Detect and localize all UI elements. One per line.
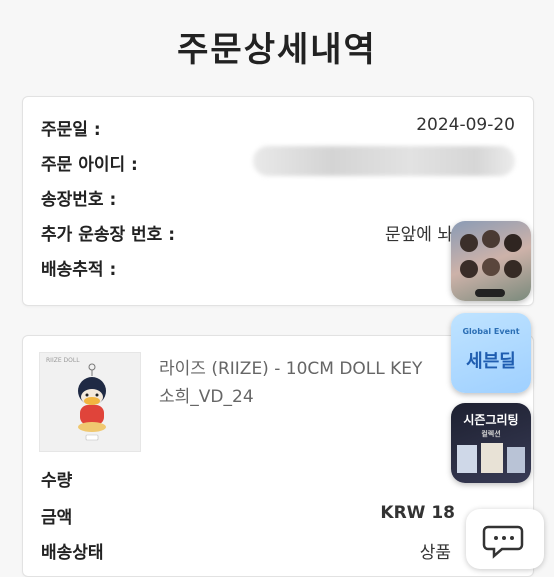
season-greeting-title: 시즌그리팅 xyxy=(463,413,519,427)
order-id-label: 주문 아이디 : xyxy=(41,155,138,175)
page-title: 주문상세내역 xyxy=(177,30,377,70)
invoice-label: 송장번호 : xyxy=(41,190,117,210)
amount-row: 금액 KRW 18 xyxy=(41,503,515,533)
amount-value: KRW 18 xyxy=(380,503,455,523)
invoice-row: 송장번호 : xyxy=(41,185,515,215)
order-date-value: 2024-09-20 xyxy=(416,115,515,135)
status-value: 상품 xyxy=(419,543,451,563)
seven-deal-subtitle: Global Event xyxy=(462,327,520,336)
chat-button[interactable] xyxy=(466,509,544,569)
quantity-row: 수량 xyxy=(41,466,515,496)
thumbnail-caption: RIIZE DOLL xyxy=(46,357,80,364)
amount-label: 금액 xyxy=(41,508,73,528)
chat-bubble-icon xyxy=(482,525,524,559)
extra-invoice-row: 추가 운송장 번호 : 문앞에 놔 xyxy=(41,220,515,250)
status-label: 배송상태 xyxy=(41,543,104,563)
status-row: 배송상태 상품 xyxy=(41,538,515,568)
product-thumbnail[interactable]: RIIZE DOLL xyxy=(39,352,141,452)
seven-deal-title: 세븐딜 xyxy=(466,351,516,372)
order-id-redacted xyxy=(253,146,515,176)
seven-deal-promo-banner[interactable]: Global Event 세븐딜 xyxy=(451,313,531,393)
tracking-row: 배송추적 : xyxy=(41,255,515,285)
order-date-row: 주문일 : 2024-09-20 xyxy=(41,115,515,145)
product-option: 소희_VD_24 xyxy=(159,387,254,407)
group-photo-image xyxy=(460,230,522,297)
idol-group-promo-banner[interactable] xyxy=(451,221,531,301)
order-date-label: 주문일 : xyxy=(41,120,101,140)
quantity-label: 수량 xyxy=(41,471,73,491)
season-greeting-subtitle: 컬렉션 xyxy=(481,430,501,438)
duck-doll-image xyxy=(78,363,106,441)
extra-invoice-value: 문앞에 놔 xyxy=(385,225,453,245)
order-id-row: 주문 아이디 : xyxy=(41,146,515,180)
extra-invoice-label: 추가 운송장 번호 : xyxy=(41,225,176,245)
season-greeting-promo-banner[interactable]: 시즌그리팅 컬렉션 xyxy=(451,403,531,483)
calendar-products-image xyxy=(457,443,525,473)
tracking-label[interactable]: 배송추적 : xyxy=(41,255,116,280)
